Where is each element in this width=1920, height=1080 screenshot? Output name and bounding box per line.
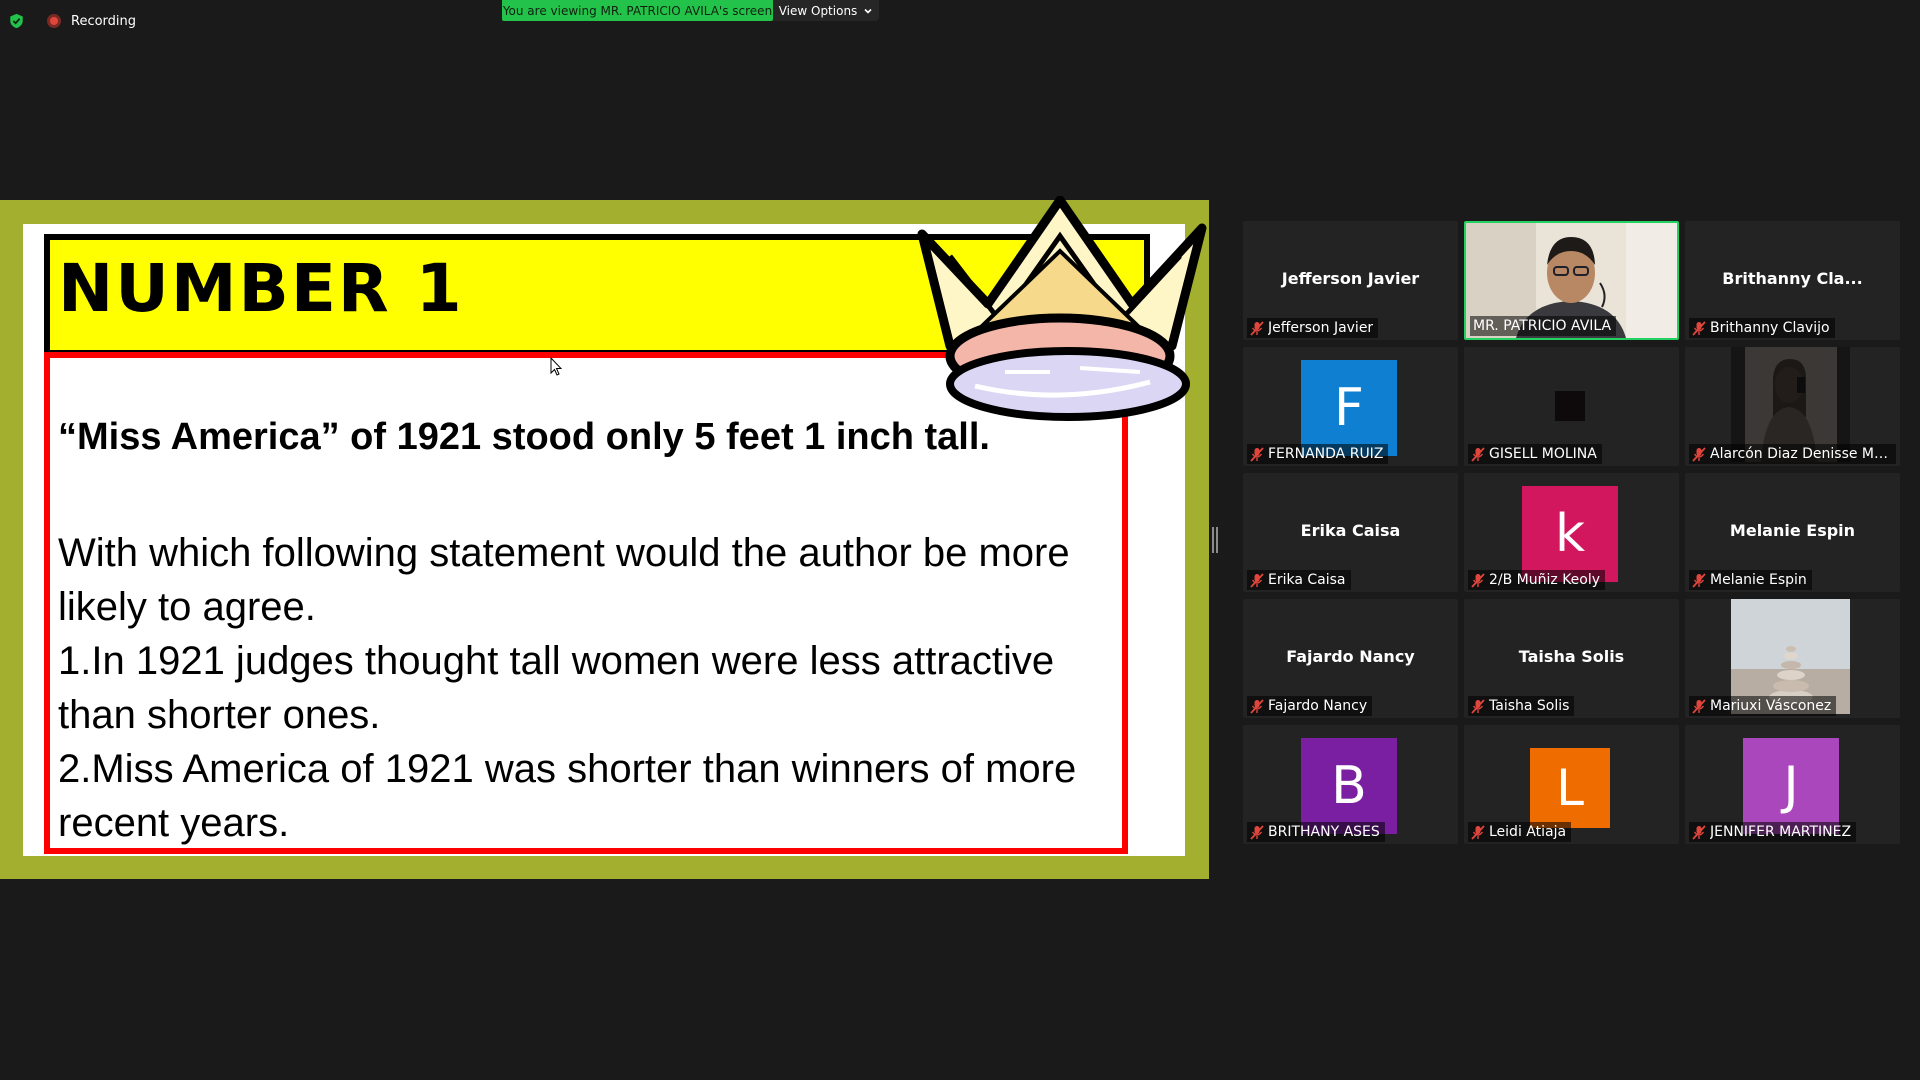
participant-tile[interactable]: Alarcón Diaz Denisse Mi... [1685, 347, 1900, 466]
mic-muted-icon [1250, 320, 1264, 336]
mic-muted-icon [1471, 572, 1485, 588]
participant-center-name: Erika Caisa [1300, 521, 1401, 540]
recording-indicator[interactable]: Recording [47, 11, 136, 31]
participant-name: MR. PATRICIO AVILA [1473, 318, 1612, 334]
participant-name: Jefferson Javier [1268, 320, 1374, 336]
participant-label: Jefferson Javier [1247, 318, 1379, 338]
participant-label: Leidi Atiaja [1468, 822, 1572, 842]
participant-tile[interactable]: Taisha Solis Taisha Solis [1464, 599, 1679, 718]
participant-tile[interactable]: Mariuxi Vásconez [1685, 599, 1900, 718]
participant-tile[interactable]: Brithanny Cla... Brithanny Clavijo [1685, 221, 1900, 340]
participant-tile[interactable]: Fajardo Nancy Fajardo Nancy [1243, 599, 1458, 718]
recording-label: Recording [71, 13, 137, 29]
participant-label: 2/B Muñiz Keoly [1468, 570, 1606, 590]
slide-question: With which following statement would the… [58, 526, 1118, 850]
participant-tile-active-speaker[interactable]: MR. PATRICIO AVILA [1464, 221, 1679, 340]
mouse-cursor-icon [550, 357, 562, 376]
mic-muted-icon [1692, 698, 1706, 714]
participant-label: Fajardo Nancy [1247, 696, 1373, 716]
participant-name: Melanie Espin [1710, 572, 1807, 588]
avatar: L [1530, 748, 1610, 828]
chevron-down-icon [864, 8, 872, 14]
avatar: J [1743, 738, 1839, 834]
viewing-screen-banner: You are viewing MR. PATRICIO AVILA's scr… [502, 0, 773, 21]
crown-icon [917, 196, 1207, 421]
participant-name: Mariuxi Vásconez [1710, 698, 1832, 714]
view-options-button[interactable]: View Options [773, 0, 879, 21]
question-option-2: 2.Miss America of 1921 was shorter than … [58, 747, 1077, 845]
avatar: F [1301, 360, 1397, 456]
slide-title: NUMBER 1 [58, 250, 464, 327]
participant-center-name: Melanie Espin [1729, 521, 1856, 540]
question-option-1: 1.In 1921 judges thought tall women were… [58, 639, 1055, 737]
participant-name: JENNIFER MARTINEZ [1710, 824, 1852, 840]
participant-name: Brithanny Clavijo [1710, 320, 1830, 336]
participant-tile[interactable]: Erika Caisa Erika Caisa [1243, 473, 1458, 592]
shield-icon[interactable] [9, 13, 24, 29]
mic-muted-icon [1471, 698, 1485, 714]
slide-fact: “Miss America” of 1921 stood only 5 feet… [58, 416, 990, 458]
participant-gallery: Jefferson Javier Jefferson Javier MR. PA… [1243, 221, 1901, 845]
participant-name: BRITHANY ASES [1268, 824, 1380, 840]
participant-name: GISELL MOLINA [1489, 446, 1597, 462]
mic-muted-icon [1692, 320, 1706, 336]
view-options-label: View Options [778, 3, 858, 18]
participant-label: FERNANDA RUIZ [1247, 444, 1389, 464]
participant-tile[interactable]: L Leidi Atiaja [1464, 725, 1679, 844]
mic-muted-icon [1250, 572, 1264, 588]
top-bar: Recording You are viewing MR. PATRICIO A… [0, 0, 1920, 40]
mic-muted-icon [1692, 824, 1706, 840]
record-dot-icon [47, 14, 61, 28]
participant-name: FERNANDA RUIZ [1268, 446, 1384, 462]
participant-label: Alarcón Diaz Denisse Mi... [1689, 444, 1896, 464]
mic-muted-icon [1692, 572, 1706, 588]
participant-tile[interactable]: Melanie Espin Melanie Espin [1685, 473, 1900, 592]
participant-label: Erika Caisa [1247, 570, 1351, 590]
mic-muted-icon [1692, 446, 1706, 462]
participant-label: JENNIFER MARTINEZ [1689, 822, 1857, 842]
participant-center-name: Fajardo Nancy [1286, 647, 1415, 666]
participant-center-name: Brithanny Cla... [1722, 269, 1863, 288]
participant-tile[interactable]: GISELL MOLINA [1464, 347, 1679, 466]
participant-label: Melanie Espin [1689, 570, 1812, 590]
slide-content-box: “Miss America” of 1921 stood only 5 feet… [44, 352, 1128, 854]
mic-muted-icon [1250, 824, 1264, 840]
avatar: k [1522, 486, 1618, 582]
avatar: B [1301, 738, 1397, 834]
participant-center-name: Taisha Solis [1518, 647, 1625, 666]
participant-label: BRITHANY ASES [1247, 822, 1385, 842]
participant-label: Brithanny Clavijo [1689, 318, 1835, 338]
participant-name: Erika Caisa [1268, 572, 1346, 588]
participant-name: Taisha Solis [1489, 698, 1570, 714]
participant-label: Mariuxi Vásconez [1689, 696, 1837, 716]
participant-label: GISELL MOLINA [1468, 444, 1602, 464]
participant-name: Fajardo Nancy [1268, 698, 1368, 714]
question-stem: With which following statement would the… [58, 531, 1070, 629]
mic-muted-icon [1471, 824, 1485, 840]
participant-name: Alarcón Diaz Denisse Mi... [1710, 446, 1891, 462]
participant-name: Leidi Atiaja [1489, 824, 1567, 840]
participant-tile[interactable]: J JENNIFER MARTINEZ [1685, 725, 1900, 844]
mic-muted-icon [1250, 446, 1264, 462]
participant-name: 2/B Muñiz Keoly [1489, 572, 1601, 588]
participant-tile[interactable]: F FERNANDA RUIZ [1243, 347, 1458, 466]
participant-center-name: Jefferson Javier [1281, 269, 1420, 288]
participant-tile[interactable]: B BRITHANY ASES [1243, 725, 1458, 844]
participant-tile[interactable]: k 2/B Muñiz Keoly [1464, 473, 1679, 592]
participant-video [1555, 391, 1585, 421]
mic-muted-icon [1250, 698, 1264, 714]
shared-screen[interactable]: NUMBER 1 “Miss America” of 1921 stood on… [0, 196, 1209, 879]
participant-tile[interactable]: Jefferson Javier Jefferson Javier [1243, 221, 1458, 340]
mic-muted-icon [1471, 446, 1485, 462]
participant-label: MR. PATRICIO AVILA [1470, 316, 1617, 336]
participant-label: Taisha Solis [1468, 696, 1575, 716]
panel-resize-handle[interactable] [1212, 527, 1218, 553]
